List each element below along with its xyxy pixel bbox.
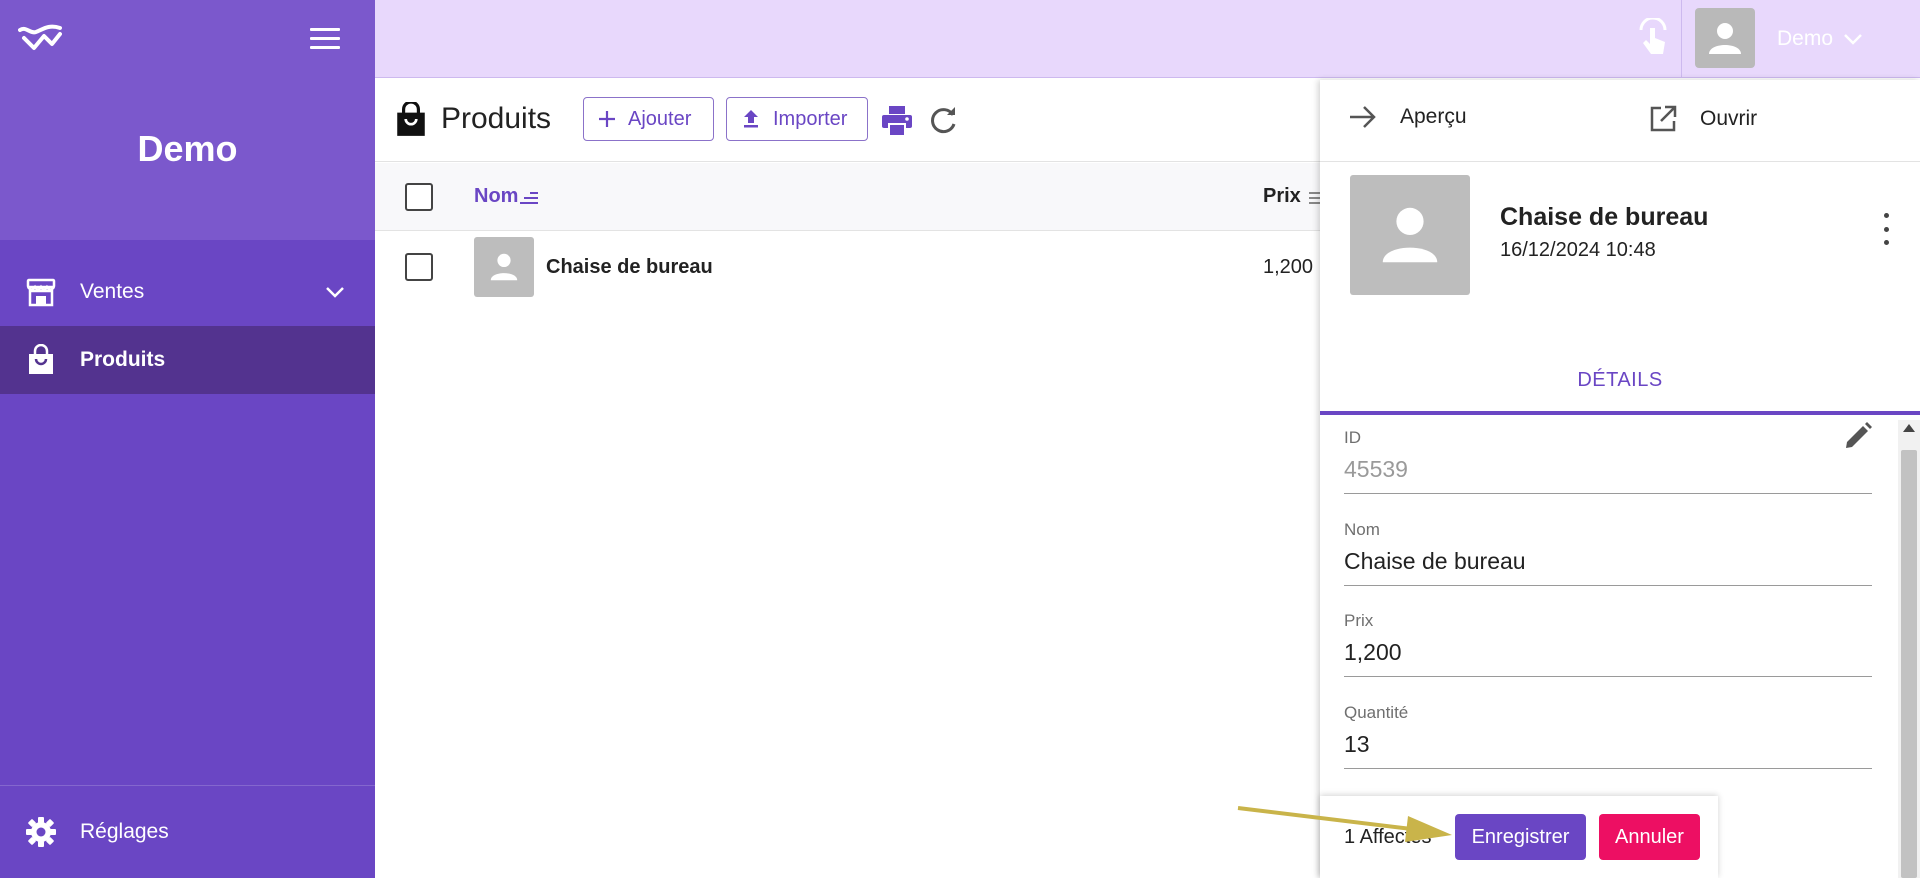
open-external-icon xyxy=(1650,105,1677,132)
arrow-right-icon xyxy=(1350,106,1376,128)
field-label: Nom xyxy=(1344,520,1380,539)
menu-toggle-icon[interactable] xyxy=(310,28,340,50)
sidebar-item-label: Réglages xyxy=(80,820,169,843)
upload-icon xyxy=(744,110,758,128)
store-icon xyxy=(24,275,58,309)
avatar[interactable] xyxy=(1695,8,1755,68)
user-icon xyxy=(490,253,518,281)
product-price: 1,200 xyxy=(1263,256,1314,278)
row-checkbox[interactable] xyxy=(405,253,433,281)
scrollbar[interactable] xyxy=(1898,420,1920,878)
record-date: 16/12/2024 10:48 xyxy=(1500,239,1656,261)
table-header: Nom Prix xyxy=(375,163,1327,231)
print-icon[interactable] xyxy=(880,104,914,138)
sidebar-item-reglages[interactable]: Réglages xyxy=(0,798,375,866)
affected-count: 1 Affectés xyxy=(1344,826,1432,848)
refresh-icon[interactable] xyxy=(926,104,960,138)
field-value[interactable]: Chaise de bureau xyxy=(1344,548,1872,575)
scroll-up-icon[interactable] xyxy=(1903,424,1915,432)
shopping-bag-icon xyxy=(397,102,425,136)
import-button-label: Importer xyxy=(773,107,848,130)
id-field: ID 45539 xyxy=(1344,428,1872,494)
column-header-prix[interactable]: Prix xyxy=(1263,185,1329,208)
brand-name: Demo xyxy=(137,128,238,169)
more-options-icon[interactable] xyxy=(1880,213,1892,245)
ouvrir-label: Ouvrir xyxy=(1700,107,1758,130)
page-toolbar: Produits Ajouter Importer xyxy=(375,80,1320,162)
nom-field[interactable]: Nom Chaise de bureau xyxy=(1344,520,1872,586)
chevron-down-icon[interactable] xyxy=(325,285,345,299)
page-title: Produits xyxy=(441,102,552,135)
top-bar: Demo xyxy=(375,0,1920,78)
record-title: Chaise de bureau xyxy=(1500,203,1709,231)
apercu-button[interactable]: Aperçu xyxy=(1348,104,1467,130)
panel-header: Aperçu Ouvrir xyxy=(1320,80,1920,162)
cancel-button[interactable]: Annuler xyxy=(1599,814,1700,860)
field-value[interactable]: 1,200 xyxy=(1344,639,1872,666)
field-label: ID xyxy=(1344,428,1361,447)
apercu-label: Aperçu xyxy=(1400,105,1467,128)
sidebar-header: Demo xyxy=(0,0,375,240)
user-icon xyxy=(1382,207,1438,263)
gear-icon xyxy=(24,815,58,849)
ouvrir-button[interactable]: Ouvrir xyxy=(1648,104,1757,134)
topbar-separator xyxy=(1681,0,1682,78)
field-label: Prix xyxy=(1344,611,1374,630)
column-header-nom[interactable]: Nom xyxy=(474,185,540,208)
plus-icon xyxy=(599,111,615,127)
tab-details[interactable]: DÉTAILS xyxy=(1320,345,1920,415)
user-menu[interactable]: Demo xyxy=(1777,27,1863,51)
scrollbar-thumb[interactable] xyxy=(1901,450,1917,878)
prix-field[interactable]: Prix 1,200 xyxy=(1344,611,1872,677)
field-value[interactable]: 13 xyxy=(1344,731,1872,758)
field-value: 45539 xyxy=(1344,456,1408,482)
sidebar: Demo Ventes Produits Réglages xyxy=(0,0,375,878)
select-all-checkbox[interactable] xyxy=(405,183,433,211)
app-logo-icon[interactable] xyxy=(18,24,62,54)
add-button[interactable]: Ajouter xyxy=(583,97,714,141)
user-name: Demo xyxy=(1777,27,1834,50)
touch-icon[interactable] xyxy=(1633,18,1673,58)
import-button[interactable]: Importer xyxy=(726,97,868,141)
sidebar-item-label: Produits xyxy=(80,348,166,371)
save-button[interactable]: Enregistrer xyxy=(1455,814,1586,860)
sidebar-item-ventes[interactable]: Ventes xyxy=(0,258,375,326)
add-button-label: Ajouter xyxy=(628,107,692,130)
table-row[interactable]: Chaise de bureau 1,200 xyxy=(375,231,1320,301)
chevron-down-icon xyxy=(1844,34,1862,45)
product-name[interactable]: Chaise de bureau xyxy=(546,256,713,279)
user-icon xyxy=(1709,23,1741,54)
sort-icon xyxy=(520,191,539,204)
detail-panel: Aperçu Ouvrir Chaise de bureau 16/12/202… xyxy=(1320,80,1920,878)
save-bar: 1 Affectés Enregistrer Annuler xyxy=(1320,796,1718,878)
shopping-bag-icon xyxy=(24,343,58,377)
sidebar-item-label: Ventes xyxy=(80,280,145,303)
sidebar-item-produits[interactable]: Produits xyxy=(0,326,375,394)
field-label: Quantité xyxy=(1344,703,1409,722)
sidebar-divider xyxy=(0,785,375,786)
record-thumbnail xyxy=(1350,175,1470,295)
product-thumbnail xyxy=(474,237,534,297)
quantite-field[interactable]: Quantité 13 xyxy=(1344,703,1872,769)
